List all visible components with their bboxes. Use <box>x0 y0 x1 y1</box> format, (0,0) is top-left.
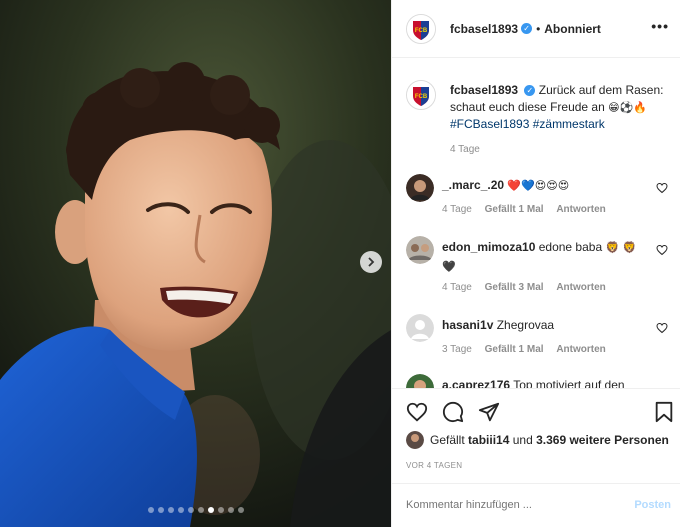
comment-username[interactable]: a.caprez176 <box>442 378 510 388</box>
fcb-crest-icon: FCB <box>407 81 435 109</box>
user-avatar-icon <box>406 431 424 449</box>
likes-prefix: Gefällt <box>430 433 465 447</box>
photo-scene <box>0 0 391 527</box>
likes-summary[interactable]: Gefällt tabiii14 und 3.369 weitere Perso… <box>406 431 669 449</box>
reply-button[interactable]: Antworten <box>556 282 605 293</box>
user-avatar-icon <box>406 374 434 388</box>
bookmark-icon[interactable] <box>654 401 674 423</box>
carousel-dot <box>207 507 214 513</box>
liker-avatar[interactable] <box>406 431 424 449</box>
caption-avatar[interactable]: FCB <box>406 80 436 110</box>
verified-badge-icon: ✓ <box>521 23 533 34</box>
verified-badge-icon: ✓ <box>524 85 536 97</box>
comment-text: _.marc_.20 ❤️💙😍😍😍 <box>442 176 638 195</box>
comment-avatar[interactable] <box>406 374 434 388</box>
post-timestamp[interactable]: VOR 4 TAGEN <box>406 461 462 470</box>
post-header: FCB fcbasel1893 ✓ • Abonniert ••• <box>392 0 680 58</box>
carousel-dot <box>177 507 184 513</box>
comment-avatar[interactable] <box>406 174 434 202</box>
likes-conjunction: und <box>512 433 533 447</box>
comment-username[interactable]: edon_mimoza10 <box>442 240 535 254</box>
comment-avatar[interactable] <box>406 314 434 342</box>
comment-text: edon_mimoza10 edone baba 🦁 🦁🖤 <box>442 238 638 276</box>
comment-composer: Posten <box>392 483 680 528</box>
more-options-icon[interactable]: ••• <box>651 18 669 34</box>
carousel-dot <box>237 507 244 513</box>
caption-meta: 4 Tage <box>450 141 670 158</box>
post-photo[interactable] <box>0 0 391 527</box>
carousel-dot <box>147 507 154 513</box>
caption-time[interactable]: 4 Tage <box>450 144 480 155</box>
svg-text:FCB: FCB <box>415 94 428 100</box>
carousel-dot <box>197 507 204 513</box>
comment-meta: 4 Tage Gefällt 1 Mal Antworten <box>442 204 616 215</box>
carousel-dot <box>157 507 164 513</box>
post-actions: Gefällt tabiii14 und 3.369 weitere Perso… <box>392 388 680 527</box>
instagram-post: FCB fcbasel1893 ✓ • Abonniert ••• FCB fc… <box>0 0 680 527</box>
carousel-dot <box>167 507 174 513</box>
comment-text: a.caprez176 Top motiviert auf den <box>442 376 638 388</box>
comments-list[interactable]: FCB fcbasel1893 ✓ Zurück auf dem Rasen: … <box>392 58 680 388</box>
comment-heart-icon[interactable] <box>656 182 668 194</box>
reply-button[interactable]: Antworten <box>556 204 605 215</box>
caption-hashtags[interactable]: #FCBasel1893 #zämmestark <box>450 117 605 131</box>
carousel-dot <box>217 507 224 513</box>
comment-avatar[interactable] <box>406 236 434 264</box>
comment-heart-icon[interactable] <box>656 322 668 334</box>
follow-status-button[interactable]: Abonniert <box>544 22 601 36</box>
comment-likes[interactable]: Gefällt 3 Mal <box>485 282 544 293</box>
paper-plane-icon[interactable] <box>478 401 500 423</box>
comment-likes[interactable]: Gefällt 1 Mal <box>485 204 544 215</box>
comment-body: edone baba <box>538 240 603 254</box>
default-avatar-icon <box>406 314 434 342</box>
carousel-next-button[interactable] <box>360 251 382 273</box>
comment-likes[interactable]: Gefällt 1 Mal <box>485 344 544 355</box>
comment-body: Zhegrovaa <box>496 318 555 332</box>
comment-time[interactable]: 3 Tage <box>442 344 472 355</box>
liker-username[interactable]: tabiii14 <box>468 433 509 447</box>
heart-icon[interactable] <box>406 401 428 423</box>
reply-button[interactable]: Antworten <box>556 344 605 355</box>
carousel-dot <box>187 507 194 513</box>
comment-heart-icon[interactable] <box>656 244 668 256</box>
comment-time[interactable]: 4 Tage <box>442 204 472 215</box>
caption-emoji: 😁⚽🔥 <box>608 101 647 114</box>
carousel-indicator <box>0 507 391 513</box>
likes-count[interactable]: 3.369 weitere Personen <box>536 433 669 447</box>
header-username[interactable]: fcbasel1893 <box>450 22 518 36</box>
user-avatar-icon <box>406 236 434 264</box>
comment-input[interactable] <box>406 499 606 511</box>
comment-username[interactable]: hasani1v <box>442 318 493 332</box>
user-avatar-icon <box>406 174 434 202</box>
comment-emoji: ❤️💙😍😍😍 <box>507 179 570 192</box>
fcb-crest-icon: FCB <box>407 14 435 43</box>
header-separator: • <box>536 21 541 36</box>
svg-text:FCB: FCB <box>415 28 428 34</box>
caption-text: fcbasel1893 ✓ Zurück auf dem Rasen: scha… <box>450 82 670 158</box>
carousel-dot <box>227 507 234 513</box>
comment-meta: 4 Tage Gefällt 3 Mal Antworten <box>442 282 616 293</box>
comment-text: hasani1v Zhegrovaa <box>442 316 638 334</box>
comment-body: Top motiviert auf den <box>513 378 625 388</box>
comment-username[interactable]: _.marc_.20 <box>442 178 504 192</box>
comment-meta: 3 Tage Gefällt 1 Mal Antworten <box>442 344 616 355</box>
fcb-avatar[interactable]: FCB <box>406 13 436 44</box>
comment-bubble-icon[interactable] <box>442 401 464 423</box>
post-side-panel: FCB fcbasel1893 ✓ • Abonniert ••• FCB fc… <box>391 0 680 527</box>
caption-username[interactable]: fcbasel1893 <box>450 83 518 97</box>
post-comment-button[interactable]: Posten <box>634 499 671 511</box>
comment-time[interactable]: 4 Tage <box>442 282 472 293</box>
chevron-right-icon <box>368 257 375 267</box>
